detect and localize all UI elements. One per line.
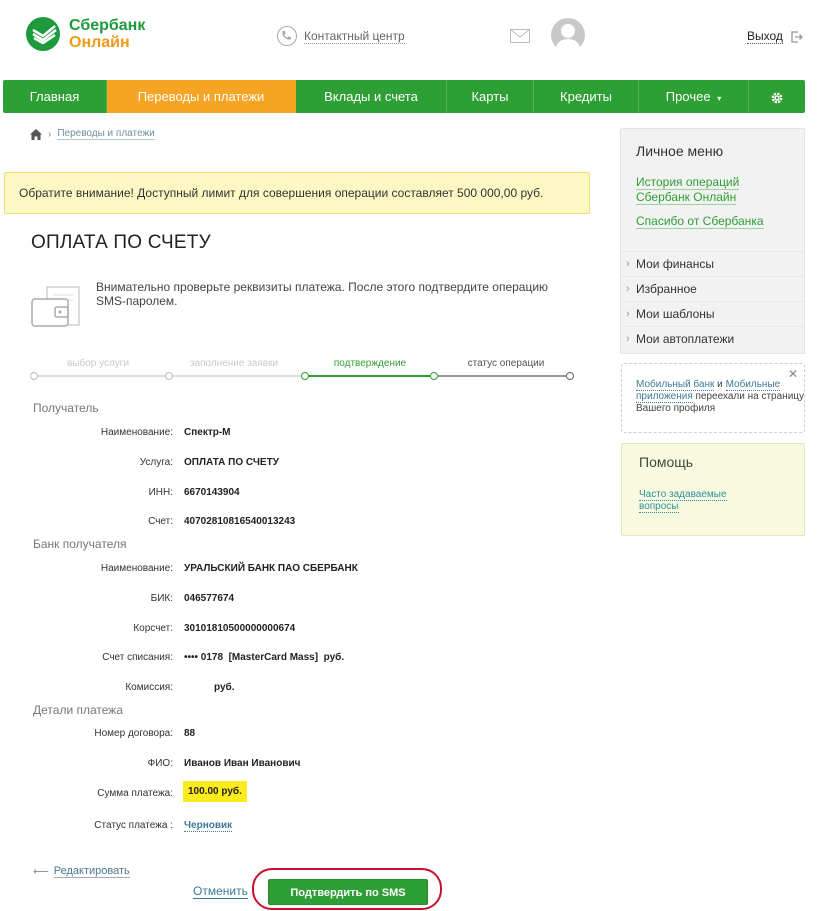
step-dot bbox=[301, 372, 309, 380]
faq-link-label: Часто задаваемые вопросы bbox=[639, 489, 727, 513]
confirm-highlight-outline: Подтвердить по SMS bbox=[252, 868, 442, 910]
step-dot bbox=[430, 372, 438, 380]
nav-item-credits[interactable]: Кредиты bbox=[534, 80, 639, 113]
page-title: ОПЛАТА ПО СЧЕТУ bbox=[31, 232, 211, 253]
fio-label: ФИО: bbox=[147, 758, 173, 769]
help-box: Помощь Часто задаваемые вопросы bbox=[621, 443, 805, 536]
contract-label: Номер договора: bbox=[94, 728, 173, 739]
cancel-button[interactable]: Отменить bbox=[193, 884, 248, 899]
exit-icon bbox=[791, 30, 803, 43]
recipient-name-label: Наименование: bbox=[100, 427, 173, 438]
account-label: Счет: bbox=[148, 516, 173, 527]
logo-line2: Онлайн bbox=[69, 34, 130, 51]
header: Сбербанк Онлайн Контактный центр Выход bbox=[0, 0, 817, 78]
personal-menu: Личное меню История операций Сбербанк Он… bbox=[620, 128, 805, 354]
fio-value: Иванов Иван Иванович bbox=[184, 758, 301, 769]
step-fill-form: заполнение заявки bbox=[189, 358, 279, 369]
progress-line-next bbox=[434, 375, 570, 377]
history-link-label: История операций Сбербанк Онлайн bbox=[636, 175, 740, 205]
arrow-left-icon: ⟵ bbox=[33, 866, 49, 878]
logo-line1: Сбербанк bbox=[69, 17, 146, 34]
debit-account-value: •••• 0178 [MasterCard Mass] руб. bbox=[184, 652, 345, 663]
edit-label: Редактировать bbox=[53, 865, 130, 878]
sberbank-logo[interactable]: Сбербанк Онлайн bbox=[25, 16, 145, 52]
nav-item-other-label: Прочее bbox=[665, 89, 711, 104]
personal-menu-title: Личное меню bbox=[636, 143, 724, 159]
thanks-link[interactable]: Спасибо от Сбербанка bbox=[636, 214, 796, 229]
step-confirmation: подтверждение bbox=[333, 358, 407, 369]
recipient-name-value: Спектр-М bbox=[184, 427, 231, 438]
progress-steps: выбор услуги заполнение заявки подтвержд… bbox=[30, 358, 576, 382]
exit-label: Выход bbox=[747, 29, 783, 44]
account-value: 40702810816540013243 bbox=[184, 516, 296, 527]
breadcrumb-transfers-link[interactable]: Переводы и платежи bbox=[57, 128, 155, 140]
debit-account-label: Счет списания: bbox=[102, 652, 173, 663]
step-select-service: выбор услуги bbox=[66, 358, 130, 369]
amount-label: Сумма платежа: bbox=[97, 788, 173, 799]
faq-link[interactable]: Часто задаваемые вопросы bbox=[639, 489, 759, 513]
contact-center-link[interactable]: Контактный центр bbox=[277, 26, 405, 46]
contract-value: 88 bbox=[184, 728, 196, 739]
section-details: Детали платежа bbox=[33, 703, 123, 717]
chevron-down-icon: ▾ bbox=[717, 94, 722, 103]
corr-account-value: 30101810500000000674 bbox=[184, 623, 296, 634]
inn-label: ИНН: bbox=[148, 487, 173, 498]
bank-name-value: УРАЛЬСКИЙ БАНК ПАО СБЕРБАНК bbox=[184, 563, 358, 574]
user-icon bbox=[555, 24, 581, 52]
corr-account-label: Корсчет: bbox=[133, 623, 173, 634]
gear-icon bbox=[771, 92, 783, 103]
step-dot bbox=[165, 372, 173, 380]
service-value: ОПЛАТА ПО СЧЕТУ bbox=[184, 457, 279, 468]
close-icon[interactable]: ✕ bbox=[788, 368, 798, 380]
menu-item-autopayments[interactable]: Мои автоплатежи bbox=[621, 326, 804, 352]
history-link[interactable]: История операций Сбербанк Онлайн bbox=[636, 175, 796, 205]
phone-icon bbox=[277, 26, 297, 46]
mobile-bank-link[interactable]: Мобильный банк bbox=[636, 379, 715, 391]
settings-button[interactable] bbox=[749, 80, 805, 113]
section-bank: Банк получателя bbox=[33, 537, 127, 551]
mobile-notice: ✕ Мобильный банк и Мобильные приложения … bbox=[621, 363, 805, 433]
progress-line-current bbox=[304, 375, 434, 377]
sberbank-logo-icon bbox=[26, 17, 60, 51]
main-nav: Главная Переводы и платежи Вклады и счет… bbox=[3, 80, 805, 113]
step-dot bbox=[30, 372, 38, 380]
menu-item-finances[interactable]: Мои финансы bbox=[621, 251, 804, 277]
mail-icon[interactable] bbox=[510, 29, 530, 43]
nav-item-deposits[interactable]: Вклады и счета bbox=[296, 80, 447, 113]
bank-name-label: Наименование: bbox=[100, 563, 173, 574]
nav-item-other[interactable]: Прочее ▾ bbox=[639, 80, 749, 113]
intro-text: Внимательно проверьте реквизиты платежа.… bbox=[96, 280, 549, 308]
exit-link[interactable]: Выход bbox=[747, 29, 803, 44]
step-dot bbox=[566, 372, 574, 380]
avatar[interactable] bbox=[551, 18, 585, 52]
limit-notice: Обратите внимание! Доступный лимит для с… bbox=[4, 172, 590, 214]
breadcrumb: › Переводы и платежи bbox=[30, 128, 155, 140]
status-label: Статус платежа : bbox=[94, 820, 173, 831]
nav-item-main[interactable]: Главная bbox=[3, 80, 107, 113]
bik-value: 046577674 bbox=[184, 593, 235, 604]
inn-value: 6670143904 bbox=[184, 487, 240, 498]
contact-center-label: Контактный центр bbox=[304, 28, 405, 44]
service-label: Услуга: bbox=[139, 457, 173, 468]
breadcrumb-separator-icon: › bbox=[48, 128, 52, 140]
menu-item-templates[interactable]: Мои шаблоны bbox=[621, 301, 804, 327]
nav-item-transfers[interactable]: Переводы и платежи bbox=[107, 80, 296, 113]
bik-label: БИК: bbox=[150, 593, 173, 604]
fee-value: руб. bbox=[214, 682, 235, 693]
personal-menu-items: Мои финансы Избранное Мои шаблоны Мои ав… bbox=[621, 251, 804, 352]
thanks-link-label: Спасибо от Сбербанка bbox=[636, 214, 764, 229]
amount-value: 100.00 руб. bbox=[183, 781, 247, 802]
wallet-icon bbox=[31, 286, 80, 327]
step-operation-status: статус операции bbox=[467, 358, 545, 369]
mobile-and: и bbox=[714, 379, 726, 390]
home-icon[interactable] bbox=[30, 128, 42, 140]
section-recipient: Получатель bbox=[33, 401, 99, 415]
help-title: Помощь bbox=[639, 454, 694, 470]
menu-item-favorites[interactable]: Избранное bbox=[621, 276, 804, 302]
status-value: Черновик bbox=[184, 820, 233, 832]
fee-label: Комиссия: bbox=[125, 682, 173, 693]
edit-link[interactable]: ⟵ Редактировать bbox=[33, 865, 130, 878]
confirm-sms-button[interactable]: Подтвердить по SMS bbox=[268, 879, 428, 905]
nav-item-cards[interactable]: Карты bbox=[447, 80, 534, 113]
